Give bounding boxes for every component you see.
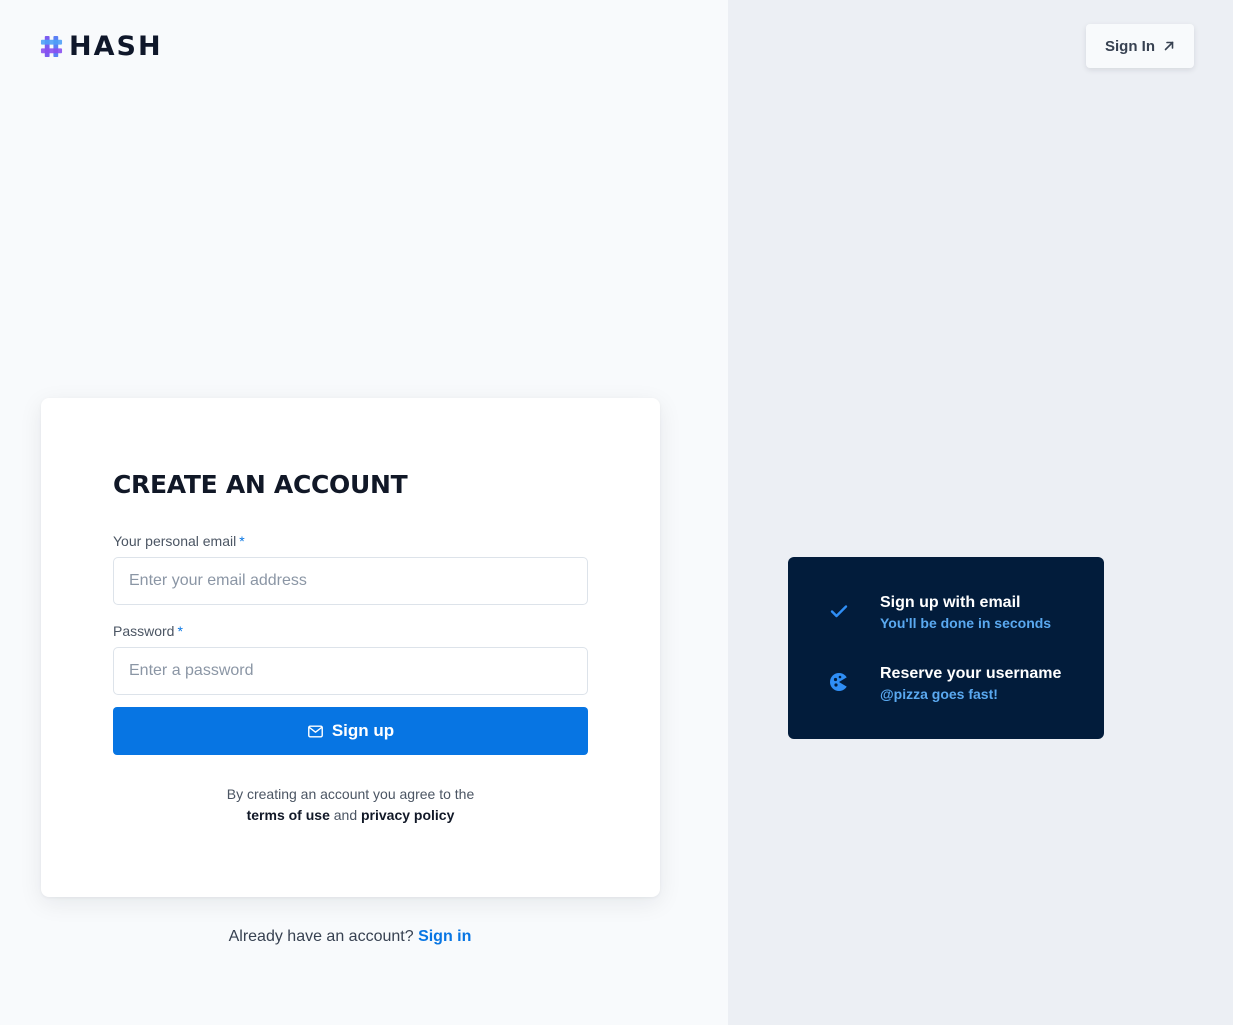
features-pane: Sign In Sign up with email You'll be don…: [728, 0, 1233, 1025]
feature-item: Reserve your username @pizza goes fast!: [788, 665, 1104, 705]
terms-notice: By creating an account you agree to the …: [41, 784, 660, 826]
already-prompt: Already have an account?: [228, 928, 414, 945]
already-have-account: Already have an account? Sign in: [0, 928, 700, 946]
signup-page: HASH CREATE AN ACCOUNT Your personal ema…: [0, 0, 1233, 1025]
feature-item: Sign up with email You'll be done in sec…: [788, 594, 1104, 634]
sign-in-button[interactable]: Sign In: [1086, 24, 1194, 68]
sign-up-button[interactable]: Sign up: [113, 707, 588, 755]
terms-links-line: terms of use and privacy policy: [41, 805, 660, 826]
required-marker: *: [239, 533, 245, 549]
sign-up-button-label: Sign up: [331, 721, 395, 740]
terms-and: and: [333, 807, 358, 823]
check-icon: [830, 605, 848, 618]
features-card: Sign up with email You'll be done in sec…: [788, 557, 1104, 739]
terms-of-use-link[interactable]: terms of use: [247, 807, 330, 823]
page-title: CREATE AN ACCOUNT: [113, 470, 408, 499]
hash-logo-icon: [40, 35, 63, 58]
email-field[interactable]: [113, 557, 588, 605]
arrow-up-right-icon: [1164, 41, 1174, 51]
feature-subtitle: You'll be done in seconds: [880, 615, 1052, 631]
sign-in-link[interactable]: Sign in: [418, 928, 471, 945]
required-marker: *: [177, 623, 183, 639]
sign-in-button-label: Sign In: [1105, 37, 1155, 55]
password-label: Password *: [113, 623, 183, 639]
privacy-policy-link[interactable]: privacy policy: [361, 807, 454, 823]
email-label-text: Your personal email: [113, 533, 237, 549]
feature-title: Reserve your username: [880, 665, 1062, 682]
password-field[interactable]: [113, 647, 588, 695]
signup-card: CREATE AN ACCOUNT Your personal email* P…: [41, 398, 660, 897]
feature-subtitle: @pizza goes fast!: [880, 686, 998, 702]
hash-logo[interactable]: HASH: [40, 31, 163, 62]
signup-pane: HASH CREATE AN ACCOUNT Your personal ema…: [0, 0, 728, 1025]
brand-name: HASH: [69, 31, 163, 62]
terms-prefix: By creating an account you agree to the: [226, 786, 475, 802]
feature-title: Sign up with email: [880, 594, 1021, 611]
pizza-icon: [830, 673, 850, 691]
mail-icon: [307, 724, 323, 738]
password-label-text: Password: [113, 623, 175, 639]
email-label: Your personal email *: [113, 533, 245, 549]
